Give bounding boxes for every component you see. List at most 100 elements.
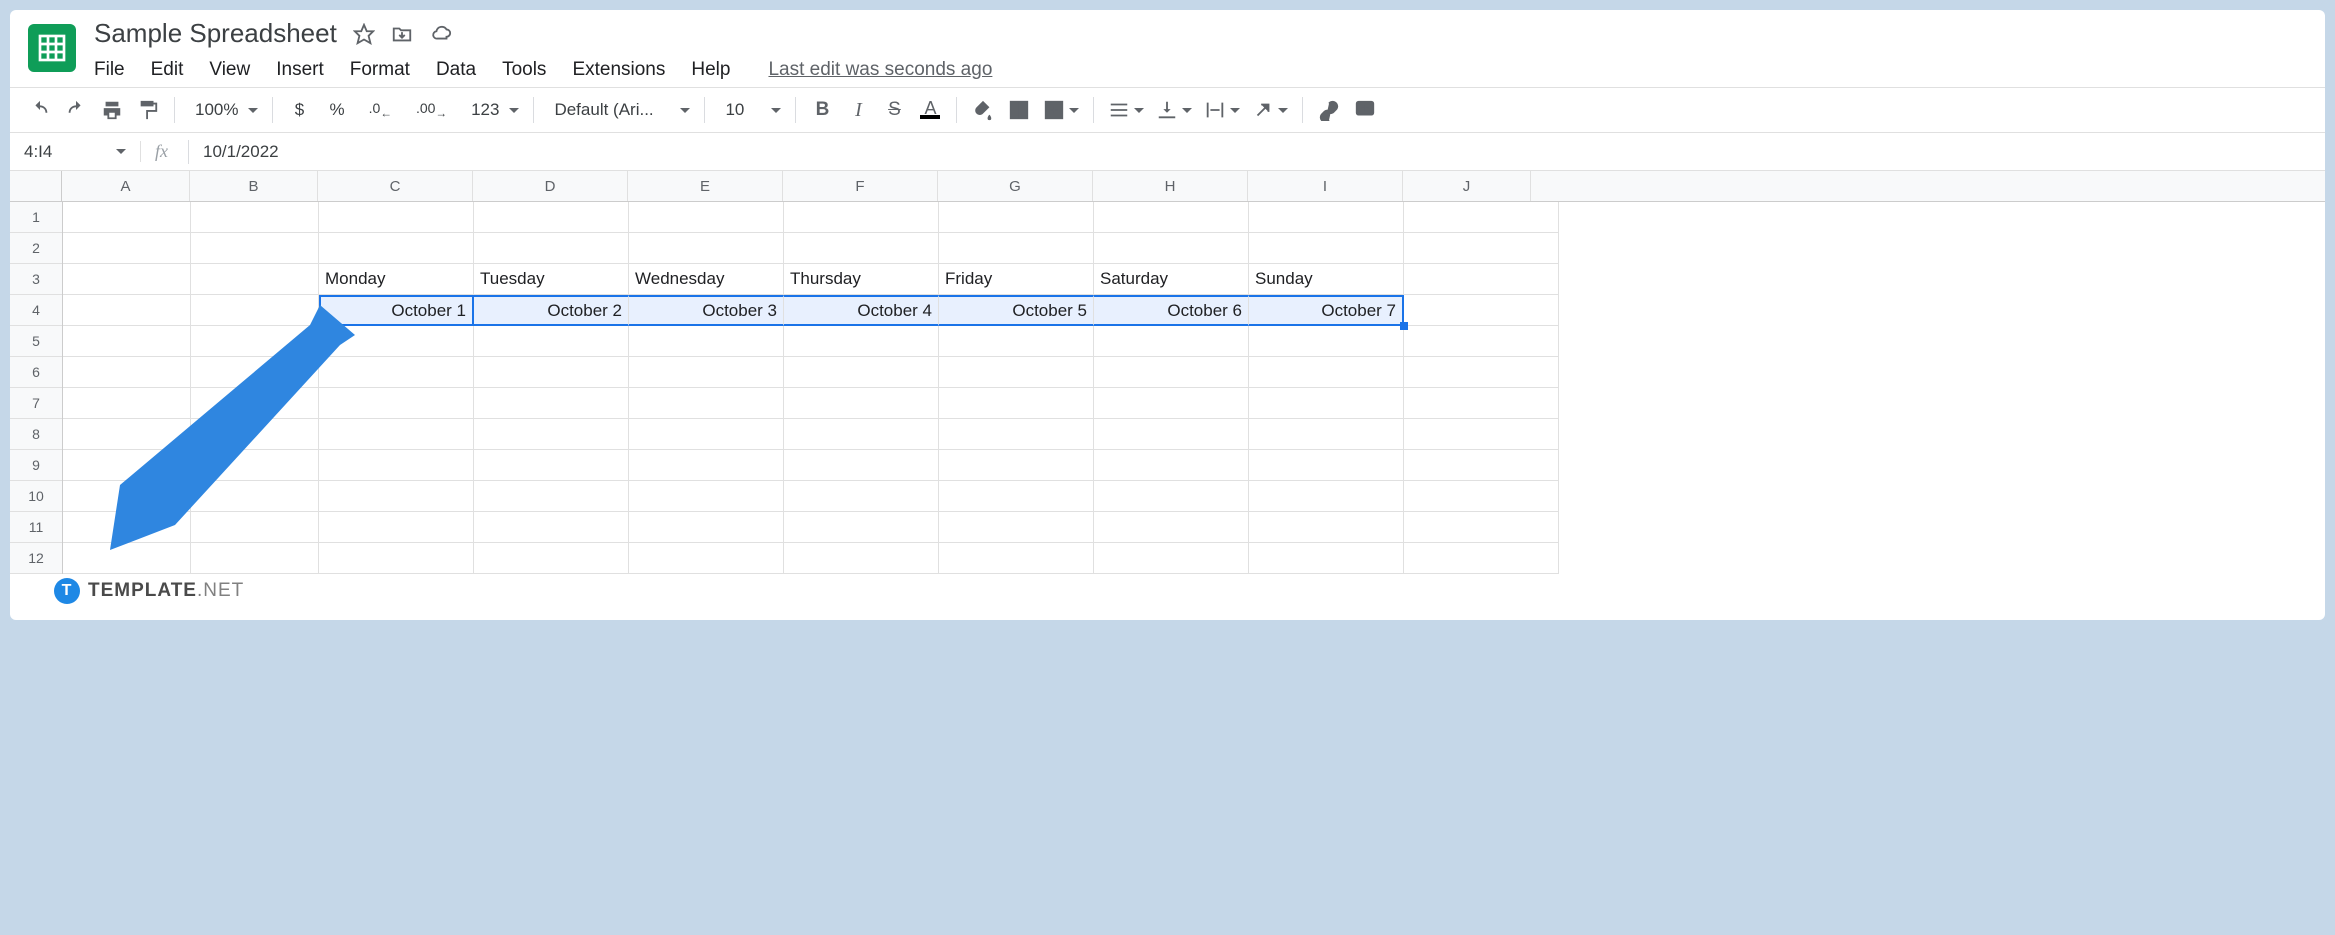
menu-edit[interactable]: Edit	[151, 59, 184, 81]
select-all-corner[interactable]	[10, 171, 62, 201]
cell[interactable]	[939, 357, 1094, 388]
name-box[interactable]: 4:I4	[10, 142, 140, 162]
col-header-j[interactable]: J	[1403, 171, 1531, 201]
cell[interactable]	[1249, 481, 1404, 512]
cell[interactable]	[191, 357, 319, 388]
cell[interactable]	[1094, 512, 1249, 543]
cell[interactable]	[191, 295, 319, 326]
cell[interactable]	[629, 543, 784, 574]
cell[interactable]	[319, 450, 474, 481]
cell[interactable]	[1404, 543, 1559, 574]
increase-decimal-button[interactable]: .00→	[406, 94, 457, 126]
menu-extensions[interactable]: Extensions	[572, 59, 665, 81]
insert-link-icon[interactable]	[1313, 94, 1345, 126]
cell[interactable]: Sunday	[1249, 264, 1404, 295]
cell[interactable]: Monday	[319, 264, 474, 295]
cell[interactable]: Tuesday	[474, 264, 629, 295]
cell[interactable]	[1249, 233, 1404, 264]
cell[interactable]	[63, 295, 191, 326]
formula-input[interactable]: 10/1/2022	[195, 142, 279, 162]
fill-color-icon[interactable]	[967, 94, 999, 126]
cell[interactable]	[629, 419, 784, 450]
cell[interactable]	[319, 512, 474, 543]
cell[interactable]	[629, 357, 784, 388]
undo-icon[interactable]	[24, 94, 56, 126]
row-header-7[interactable]: 7	[10, 388, 62, 419]
cell[interactable]	[784, 543, 939, 574]
cell[interactable]	[784, 202, 939, 233]
zoom-dropdown[interactable]: 100%	[185, 94, 262, 126]
col-header-h[interactable]: H	[1093, 171, 1248, 201]
cell[interactable]: October 5	[939, 295, 1094, 326]
cell[interactable]	[319, 233, 474, 264]
cell[interactable]	[63, 264, 191, 295]
cell[interactable]	[1404, 419, 1559, 450]
cell[interactable]	[191, 481, 319, 512]
cell[interactable]	[474, 357, 629, 388]
cell[interactable]	[474, 543, 629, 574]
cell[interactable]	[191, 264, 319, 295]
cell[interactable]	[1094, 450, 1249, 481]
cell[interactable]	[1404, 388, 1559, 419]
row-header-1[interactable]: 1	[10, 202, 62, 233]
row-header-12[interactable]: 12	[10, 543, 62, 574]
col-header-d[interactable]: D	[473, 171, 628, 201]
cell[interactable]	[1249, 450, 1404, 481]
cell[interactable]	[474, 388, 629, 419]
cell[interactable]	[474, 326, 629, 357]
cell[interactable]	[63, 388, 191, 419]
cell[interactable]	[629, 481, 784, 512]
cell[interactable]	[191, 419, 319, 450]
cell[interactable]: Wednesday	[629, 264, 784, 295]
print-icon[interactable]	[96, 94, 128, 126]
bold-button[interactable]: B	[806, 94, 838, 126]
cell[interactable]	[63, 481, 191, 512]
cell[interactable]	[939, 202, 1094, 233]
cell[interactable]	[1094, 233, 1249, 264]
text-color-button[interactable]: A	[914, 94, 946, 126]
cell[interactable]: October 6	[1094, 295, 1249, 326]
document-title[interactable]: Sample Spreadsheet	[94, 18, 337, 49]
cell[interactable]	[1249, 202, 1404, 233]
cell[interactable]	[319, 357, 474, 388]
cell[interactable]	[629, 388, 784, 419]
cell[interactable]	[1404, 264, 1559, 295]
font-dropdown[interactable]: Default (Ari...	[544, 94, 694, 126]
cell[interactable]	[784, 481, 939, 512]
col-header-b[interactable]: B	[190, 171, 318, 201]
cell[interactable]	[1094, 543, 1249, 574]
cell[interactable]	[1404, 295, 1559, 326]
cell[interactable]	[1094, 481, 1249, 512]
cell[interactable]	[1404, 357, 1559, 388]
cell[interactable]	[1094, 357, 1249, 388]
menu-view[interactable]: View	[209, 59, 250, 81]
cell[interactable]	[629, 326, 784, 357]
menu-file[interactable]: File	[94, 59, 125, 81]
row-header-8[interactable]: 8	[10, 419, 62, 450]
star-icon[interactable]	[353, 23, 375, 45]
cell[interactable]	[939, 543, 1094, 574]
sheets-logo-icon[interactable]	[28, 24, 76, 72]
cell[interactable]	[191, 202, 319, 233]
col-header-a[interactable]: A	[62, 171, 190, 201]
cell[interactable]	[1404, 326, 1559, 357]
cell[interactable]	[629, 233, 784, 264]
cell[interactable]	[1094, 202, 1249, 233]
cell[interactable]	[939, 388, 1094, 419]
borders-icon[interactable]	[1003, 94, 1035, 126]
row-header-5[interactable]: 5	[10, 326, 62, 357]
cell[interactable]: October 2	[474, 295, 629, 326]
cell[interactable]	[63, 450, 191, 481]
menu-tools[interactable]: Tools	[502, 59, 546, 81]
cell[interactable]	[319, 481, 474, 512]
row-header-9[interactable]: 9	[10, 450, 62, 481]
strikethrough-button[interactable]: S	[878, 94, 910, 126]
paint-format-icon[interactable]	[132, 94, 164, 126]
cell[interactable]	[191, 543, 319, 574]
cell[interactable]	[939, 233, 1094, 264]
col-header-c[interactable]: C	[318, 171, 473, 201]
insert-comment-icon[interactable]	[1349, 94, 1381, 126]
cell[interactable]	[1249, 419, 1404, 450]
currency-button[interactable]: $	[283, 94, 315, 126]
cell[interactable]	[474, 481, 629, 512]
